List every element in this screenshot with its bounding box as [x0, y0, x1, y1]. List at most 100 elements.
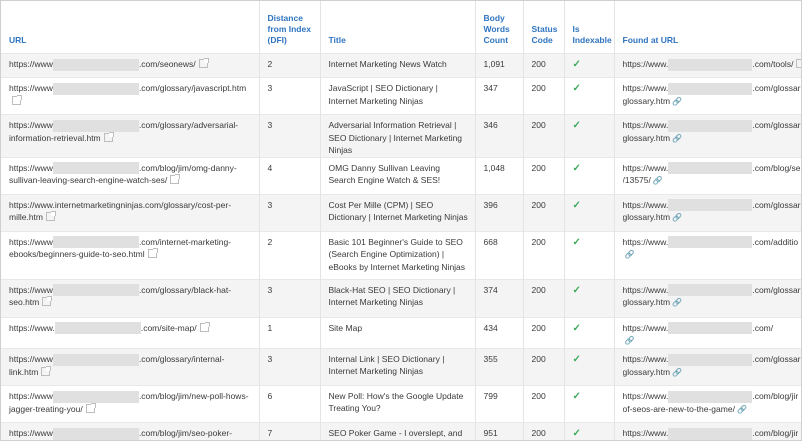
external-link-icon[interactable] — [46, 211, 57, 221]
external-link-icon[interactable] — [85, 402, 96, 413]
found-url-path[interactable]: .com/glossar — [752, 200, 800, 210]
external-link-icon[interactable] — [198, 58, 209, 68]
found-url-path[interactable]: .com/glossar — [752, 83, 800, 93]
column-header-dfi[interactable]: Distance from Index (DFI) — [259, 1, 321, 54]
column-header-url[interactable]: URL — [1, 1, 260, 54]
external-link-icon[interactable] — [199, 321, 210, 332]
found-url-prefix[interactable]: https://www. — [623, 200, 669, 210]
external-link-icon[interactable] — [170, 174, 181, 185]
external-link-icon[interactable] — [796, 59, 801, 68]
table-row[interactable]: https://www .com/blog/jim/new-poll-hows-j… — [1, 384, 801, 423]
found-url-prefix[interactable]: https://www. — [623, 83, 669, 93]
link-icon[interactable]: 🔗 — [653, 175, 663, 188]
table-row[interactable]: https://www .com/blog/jim/omg-danny-sulli… — [1, 156, 801, 194]
found-url-path[interactable]: .com/blog/jir — [752, 391, 798, 401]
table-row[interactable]: https://www .com/glossary/javascript.htm 3… — [1, 77, 801, 115]
table-row[interactable]: https://www .com/glossary/black-hat-seo.h… — [1, 278, 801, 317]
cell-url[interactable]: https://www.com/blog/jim/seo-poker-game-… — [1, 421, 260, 440]
found-url-path[interactable]: .com/tools/ — [752, 59, 793, 69]
url-text[interactable]: https://www — [9, 120, 53, 130]
found-url-prefix[interactable]: https://www. — [623, 237, 669, 247]
link-icon[interactable]: 🔗 — [625, 249, 635, 262]
url-text[interactable]: https://www — [9, 428, 53, 438]
table-row[interactable]: https://www. .com/site-map/1 Site Map 434 20… — [1, 316, 801, 349]
column-header-indexable[interactable]: Is Indexable — [564, 1, 615, 54]
found-url-path[interactable]: .com/additio — [752, 237, 798, 247]
table-row[interactable]: https://www.com/blog/jim/seo-poker-game-… — [1, 421, 801, 440]
found-url-path[interactable]: .com/glossar — [752, 120, 800, 130]
column-header-status[interactable]: Status Code — [523, 1, 565, 54]
cell-url[interactable]: https://www .com/blog/jim/new-poll-hows-j… — [1, 384, 260, 423]
cell-found-at[interactable]: https://www. .com/additio 🔗 — [614, 230, 801, 279]
found-url-continuation[interactable]: of-seos-are-new-to-the-game/ — [623, 404, 735, 414]
table-row[interactable]: https://www .com/internet-marketing-ebook… — [1, 230, 801, 279]
cell-found-at[interactable]: https://www..com/blog/jirgame-saturday-j… — [614, 421, 801, 440]
table-row[interactable]: https://www .com/seonews/2 Internet Market… — [1, 53, 801, 78]
found-url-continuation[interactable]: glossary.htm — [623, 96, 671, 106]
found-url-prefix[interactable]: https://www. — [623, 59, 669, 69]
external-link-icon[interactable] — [103, 131, 114, 142]
cell-url[interactable]: https://www .com/internet-marketing-ebook… — [1, 230, 260, 279]
cell-url[interactable]: https://www .com/glossary/javascript.htm — [1, 77, 260, 115]
external-link-icon[interactable] — [12, 94, 22, 105]
found-url-path[interactable]: .com/ — [752, 323, 773, 333]
found-url-prefix[interactable]: https://www. — [623, 428, 669, 438]
cell-url[interactable]: https://www .com/glossary/internal-link.h… — [1, 347, 260, 386]
table-row[interactable]: https://www.internetmarketingninjas.com/… — [1, 193, 801, 231]
column-header-title[interactable]: Title — [320, 1, 476, 54]
cell-found-at[interactable]: https://www. .com/glossar glossary.htm 🔗 — [614, 278, 801, 317]
found-url-continuation[interactable]: glossary.htm — [623, 133, 671, 143]
url-text[interactable]: https://www — [9, 163, 53, 173]
link-icon[interactable]: 🔗 — [737, 404, 747, 417]
found-url-prefix[interactable]: https://www. — [623, 163, 669, 173]
cell-found-at[interactable]: https://www. .com/glossar glossary.htm 🔗 — [614, 114, 801, 157]
found-url-prefix[interactable]: https://www. — [623, 285, 669, 295]
found-url-path[interactable]: .com/blog/se — [752, 163, 800, 173]
external-link-icon[interactable] — [41, 365, 52, 376]
found-url-continuation[interactable]: glossary.htm — [623, 297, 671, 307]
column-header-body-words[interactable]: Body Words Count — [475, 1, 524, 54]
found-url-continuation[interactable]: glossary.htm — [623, 367, 671, 377]
url-text[interactable]: https://www. — [9, 323, 55, 333]
cell-url[interactable]: https://www .com/glossary/black-hat-seo.h… — [1, 278, 260, 317]
cell-found-at[interactable]: https://www. .com/glossar glossary.htm 🔗 — [614, 347, 801, 386]
found-url-continuation[interactable]: /13575/ — [623, 175, 651, 185]
found-url-prefix[interactable]: https://www. — [623, 354, 669, 364]
cell-found-at[interactable]: https://www. .com/glossar glossary.htm 🔗 — [614, 77, 801, 115]
url-path-text[interactable]: .com/glossary/javascript.htm — [139, 83, 246, 93]
found-url-prefix[interactable]: https://www. — [623, 323, 669, 333]
cell-found-at[interactable]: https://www. .com/blog/jir of-seos-are-new… — [614, 384, 801, 423]
link-icon[interactable]: 🔗 — [672, 367, 682, 380]
url-text[interactable]: https://www — [9, 83, 53, 93]
url-text[interactable]: https://www — [9, 354, 53, 364]
cell-url[interactable]: https://www .com/seonews/ — [1, 53, 260, 78]
column-header-found-at[interactable]: Found at URL — [614, 1, 801, 54]
found-url-prefix[interactable]: https://www. — [623, 391, 669, 401]
url-text[interactable]: https://www — [9, 391, 53, 401]
found-url-path[interactable]: .com/blog/jir — [752, 428, 798, 438]
url-text[interactable]: https://www.internetmarketingninjas.com/… — [9, 200, 231, 223]
link-icon[interactable]: 🔗 — [625, 335, 635, 348]
external-link-icon[interactable] — [42, 296, 53, 307]
table-row[interactable]: https://www .com/glossary/internal-link.h… — [1, 347, 801, 386]
cell-url[interactable]: https://www .com/blog/jim/omg-danny-sulli… — [1, 156, 260, 194]
found-url-path[interactable]: .com/glossar — [752, 354, 800, 364]
external-link-icon[interactable] — [147, 248, 158, 259]
link-icon[interactable]: 🔗 — [672, 96, 682, 109]
cell-found-at[interactable]: https://www. .com/tools/ — [614, 53, 801, 78]
found-url-continuation[interactable]: glossary.htm — [623, 212, 671, 222]
found-url-path[interactable]: .com/glossar — [752, 285, 800, 295]
cell-found-at[interactable]: https://www. .com/blog/se/13575/🔗 — [614, 156, 801, 194]
cell-found-at[interactable]: https://www. .com/glossar glossary.htm 🔗 — [614, 193, 801, 231]
url-path-text[interactable]: .com/site-map/ — [141, 323, 197, 333]
url-text[interactable]: https://www — [9, 59, 53, 69]
url-text[interactable]: https://www — [9, 237, 53, 247]
link-icon[interactable]: 🔗 — [672, 133, 682, 146]
cell-url[interactable]: https://www. .com/site-map/ — [1, 316, 260, 349]
cell-url[interactable]: https://www .com/glossary/adversarial-inf… — [1, 114, 260, 157]
found-url-prefix[interactable]: https://www. — [623, 120, 669, 130]
cell-found-at[interactable]: https://www. .com/ 🔗 — [614, 316, 801, 349]
table-row[interactable]: https://www .com/glossary/adversarial-inf… — [1, 114, 801, 157]
link-icon[interactable]: 🔗 — [672, 212, 682, 225]
cell-url[interactable]: https://www.internetmarketingninjas.com/… — [1, 193, 260, 231]
